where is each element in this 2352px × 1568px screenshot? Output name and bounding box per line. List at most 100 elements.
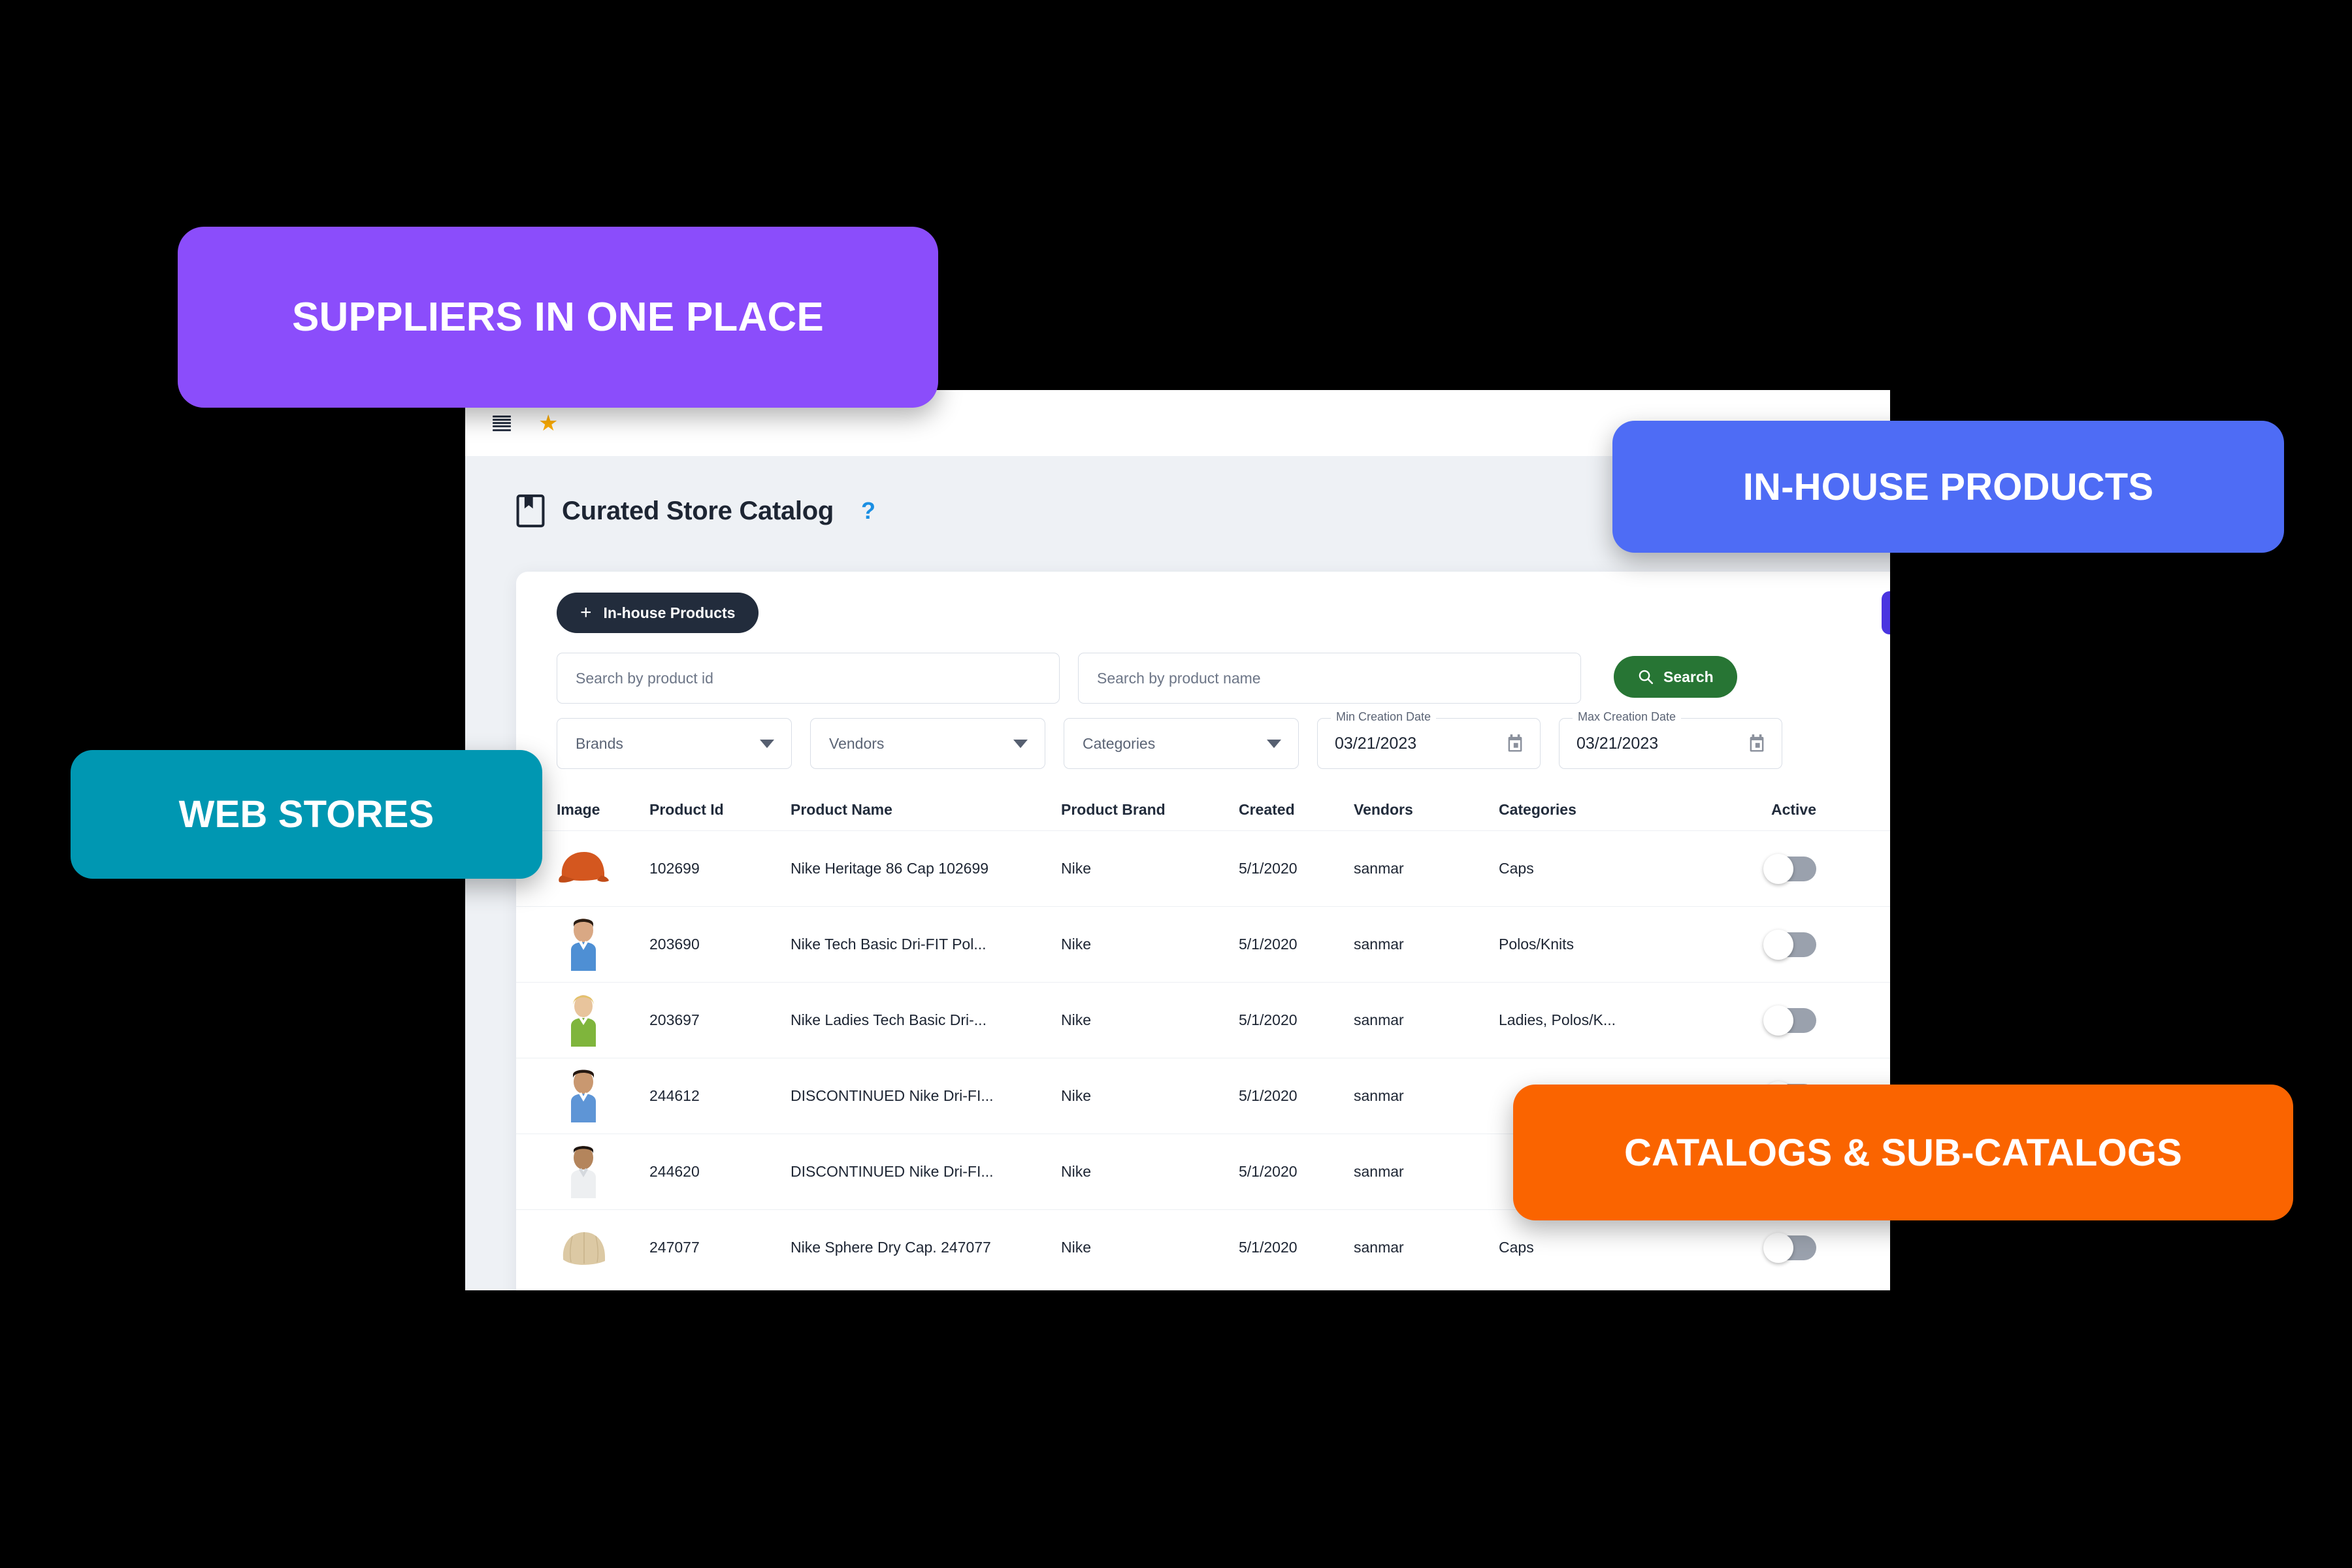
table-row[interactable]: 247077 Nike Sphere Dry Cap. 247077 Nike … [516, 1209, 1890, 1285]
cell-created: 5/1/2020 [1239, 860, 1298, 877]
categories-select-label: Categories [1083, 734, 1156, 752]
page-root: ★ Curated Store Catalog ? + In-house Pro… [0, 0, 2352, 1568]
badge-catalogs-label: CATALOGS & SUB-CATALOGS [1624, 1131, 2183, 1174]
product-thumbnail-cell [516, 1142, 649, 1201]
cell-product-brand: Nike [1061, 1163, 1092, 1180]
column-header-product-id: Product Id [649, 800, 724, 818]
hamburger-icon[interactable] [493, 415, 511, 431]
cell-active [1693, 1005, 1844, 1036]
cell-product-brand: Nike [1061, 860, 1092, 877]
max-creation-date-legend: Max Creation Date [1573, 710, 1682, 724]
table-row[interactable]: 102699 Nike Heritage 86 Cap 102699 Nike … [516, 830, 1890, 906]
calendar-icon[interactable] [1748, 734, 1766, 753]
badge-suppliers-label: SUPPLIERS IN ONE PLACE [292, 295, 824, 340]
search-button-label: Search [1663, 668, 1714, 685]
max-creation-date-value: 03/21/2023 [1576, 734, 1659, 753]
magnifier-icon [1639, 670, 1654, 685]
column-header-vendors: Vendors [1354, 800, 1413, 818]
filter-panel: Search by product id Search by product n… [516, 645, 1890, 769]
card-toolbar: + In-house Products [516, 572, 1890, 645]
table-row[interactable]: 203690 Nike Tech Basic Dri-FIT Pol... Ni… [516, 906, 1890, 982]
categories-select[interactable]: Categories [1064, 718, 1299, 769]
help-icon[interactable]: ? [861, 497, 875, 525]
cell-product-brand: Nike [1061, 1011, 1092, 1028]
cell-created: 5/1/2020 [1239, 1011, 1298, 1028]
cell-vendors: sanmar [1354, 1163, 1404, 1180]
search-product-id-input[interactable]: Search by product id [557, 653, 1060, 704]
cell-product-name: Nike Ladies Tech Basic Dri-... [791, 1011, 987, 1028]
bookmark-book-icon [516, 494, 545, 528]
cell-created: 5/1/2020 [1239, 1087, 1298, 1104]
plus-icon: + [580, 602, 592, 623]
blue-polo-man2-thumbnail [571, 1070, 596, 1122]
badge-web-stores: WEB STORES [71, 750, 542, 879]
badge-webstores-label: WEB STORES [178, 793, 434, 836]
product-thumbnail-cell [516, 1218, 649, 1277]
star-icon[interactable]: ★ [538, 412, 558, 434]
cell-product-id: 102699 [649, 860, 700, 877]
cell-active [1693, 853, 1844, 884]
cell-product-brand: Nike [1061, 1087, 1092, 1104]
cell-categories: Caps [1499, 860, 1534, 877]
calendar-icon[interactable] [1506, 734, 1524, 753]
white-polo-man-thumbnail [571, 1146, 596, 1198]
active-toggle[interactable] [1763, 929, 1816, 960]
active-toggle[interactable] [1763, 1005, 1816, 1036]
filter-row-search: Search by product id Search by product n… [557, 653, 1890, 704]
green-polo-woman-thumbnail [571, 995, 596, 1047]
product-thumbnail-cell [516, 990, 649, 1050]
search-product-name-placeholder: Search by product name [1097, 669, 1261, 687]
orange-cap-thumbnail [559, 852, 609, 883]
cell-active [1693, 929, 1844, 960]
badge-catalogs-and-sub-catalogs: CATALOGS & SUB-CATALOGS [1513, 1085, 2293, 1220]
min-creation-date-value: 03/21/2023 [1335, 734, 1417, 753]
badge-suppliers-in-one-place: SUPPLIERS IN ONE PLACE [178, 227, 938, 408]
badge-in-house-products: IN-HOUSE PRODUCTS [1612, 421, 2284, 553]
column-header-created: Created [1239, 800, 1295, 818]
cell-vendors: sanmar [1354, 1011, 1404, 1028]
cell-product-name: DISCONTINUED Nike Dri-FI... [791, 1163, 994, 1180]
cell-product-id: 203690 [649, 936, 700, 953]
cell-categories: Caps [1499, 1239, 1534, 1256]
table-row[interactable]: 203697 Nike Ladies Tech Basic Dri-... Ni… [516, 982, 1890, 1058]
search-product-name-input[interactable]: Search by product name [1078, 653, 1581, 704]
cell-product-name: Nike Tech Basic Dri-FIT Pol... [791, 936, 987, 953]
min-creation-date-field[interactable]: Min Creation Date 03/21/2023 [1317, 710, 1541, 769]
active-toggle[interactable] [1763, 853, 1816, 884]
table-header-row: Image Product Id Product Name Product Br… [516, 789, 1890, 830]
chevron-down-icon [1013, 739, 1028, 748]
filter-row-selects: Brands Vendors Categories Min Creation D… [557, 710, 1890, 769]
column-header-product-brand: Product Brand [1061, 800, 1166, 818]
cell-created: 5/1/2020 [1239, 1163, 1298, 1180]
search-button[interactable]: Search [1614, 656, 1737, 698]
max-creation-date-field[interactable]: Max Creation Date 03/21/2023 [1559, 710, 1782, 769]
cell-vendors: sanmar [1354, 1239, 1404, 1256]
column-header-categories: Categories [1499, 800, 1576, 818]
min-creation-date-legend: Min Creation Date [1331, 710, 1437, 724]
cell-product-id: 244612 [649, 1087, 700, 1104]
cell-categories: Ladies, Polos/K... [1499, 1011, 1616, 1028]
cell-active [1693, 1232, 1844, 1263]
cell-product-name: Nike Heritage 86 Cap 102699 [791, 860, 989, 877]
vendors-select[interactable]: Vendors [810, 718, 1045, 769]
tan-cap-thumbnail [563, 1232, 605, 1265]
cell-product-id: 244620 [649, 1163, 700, 1180]
upload-folder-button[interactable] [1882, 591, 1890, 634]
search-product-id-placeholder: Search by product id [576, 669, 713, 687]
brands-select-label: Brands [576, 734, 623, 752]
add-inhouse-products-button[interactable]: + In-house Products [557, 593, 759, 633]
vendors-select-label: Vendors [829, 734, 885, 752]
cell-product-name: Nike Sphere Dry Cap. 247077 [791, 1239, 991, 1256]
active-toggle[interactable] [1763, 1232, 1816, 1263]
page-title: Curated Store Catalog [562, 496, 834, 525]
cell-categories: Polos/Knits [1499, 936, 1575, 953]
cell-created: 5/1/2020 [1239, 936, 1298, 953]
cell-vendors: sanmar [1354, 1087, 1404, 1104]
product-thumbnail-cell [516, 1066, 649, 1126]
column-header-active: Active [1771, 800, 1816, 818]
brands-select[interactable]: Brands [557, 718, 792, 769]
product-thumbnail-cell [516, 915, 649, 974]
cell-product-brand: Nike [1061, 936, 1092, 953]
cell-product-id: 203697 [649, 1011, 700, 1028]
cell-product-brand: Nike [1061, 1239, 1092, 1256]
